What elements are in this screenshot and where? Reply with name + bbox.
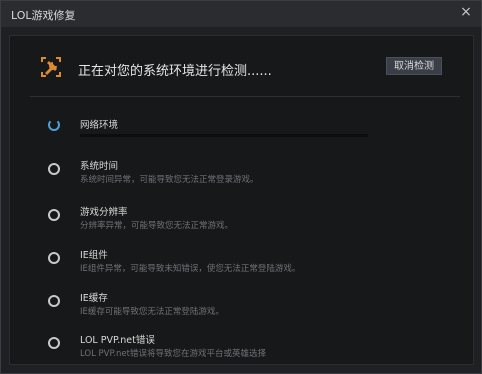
pending-circle-icon (48, 252, 60, 264)
main-panel: 正在对您的系统环境进行检测...... 取消检测 网络环境 系统时间 系统时间异… (9, 35, 474, 365)
cancel-check-button[interactable]: 取消检测 (386, 57, 442, 75)
check-item-system-time: 系统时间 系统时间异常，可能导致您无法正常登录游戏。 (10, 155, 473, 199)
divider (30, 96, 460, 97)
item-title: LOL PVP.net错误 (80, 335, 155, 346)
item-description: IE组件异常，可能导致未知错误，使您无法正常登陆游戏。 (80, 264, 301, 274)
item-title: IE组件 (80, 250, 108, 261)
network-progress-bar (80, 134, 368, 137)
pending-circle-icon (48, 209, 60, 221)
item-description: IE缓存可能导致您无法正常登陆游戏。 (80, 307, 224, 317)
close-icon[interactable]: × (459, 5, 473, 19)
pending-circle-icon (48, 163, 60, 175)
item-title: 系统时间 (80, 161, 119, 172)
check-item-resolution: 游戏分辨率 分辨率异常，可能导致您无法正常游戏。 (10, 201, 473, 245)
checking-status-text: 正在对您的系统环境进行检测...... (78, 64, 272, 79)
item-description: 分辨率异常，可能导致您无法正常游戏。 (80, 221, 234, 231)
item-description: 系统时间异常，可能导致您无法正常登录游戏。 (80, 175, 259, 185)
check-item-pvpnet: LOL PVP.net错误 LOL PVP.net错误将导致您在游戏平台或英雄选… (10, 329, 473, 373)
pending-circle-icon (48, 337, 60, 349)
wrench-screwdriver-icon (41, 57, 61, 77)
pending-circle-icon (48, 295, 60, 307)
item-description: LOL PVP.net错误将导致您在游戏平台或英雄选择 (80, 349, 266, 359)
repair-window: LOL游戏修复 × 正在对您的系统环境进行检测...... 取消检测 网络环境 … (0, 0, 482, 374)
item-title: 网络环境 (80, 120, 119, 131)
check-item-network: 网络环境 (10, 110, 473, 154)
item-title: 游戏分辨率 (80, 207, 128, 218)
title-bar: LOL游戏修复 × (1, 1, 481, 27)
window-title: LOL游戏修复 (11, 9, 76, 22)
item-title: IE缓存 (80, 293, 108, 304)
check-item-ie-cache: IE缓存 IE缓存可能导致您无法正常登陆游戏。 (10, 287, 473, 331)
spinner-icon (48, 119, 60, 131)
check-item-ie-component: IE组件 IE组件异常，可能导致未知错误，使您无法正常登陆游戏。 (10, 244, 473, 288)
